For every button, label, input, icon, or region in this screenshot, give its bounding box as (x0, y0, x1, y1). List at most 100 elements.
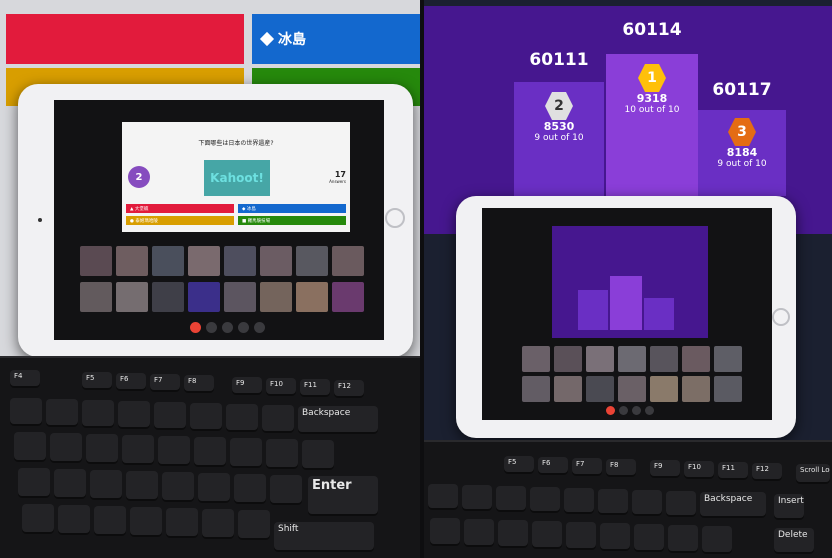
key[interactable] (464, 519, 494, 547)
key[interactable] (130, 507, 162, 537)
participant-tile[interactable] (714, 376, 742, 402)
participant-tile[interactable] (296, 246, 328, 276)
participant-tile[interactable] (224, 246, 256, 276)
participant-tile[interactable] (682, 376, 710, 402)
key[interactable] (532, 521, 562, 549)
participant-tile[interactable] (116, 246, 148, 276)
key[interactable] (154, 402, 186, 430)
key[interactable] (262, 405, 294, 433)
key-f8[interactable]: F8 (606, 459, 636, 477)
key-f8[interactable]: F8 (184, 375, 214, 393)
key[interactable] (530, 487, 560, 513)
answer-option-red[interactable]: ▲ 大堡礁 (126, 204, 234, 213)
key[interactable] (166, 508, 198, 538)
key[interactable] (496, 486, 526, 512)
key[interactable] (702, 526, 732, 554)
participant-tile[interactable] (188, 246, 220, 276)
key[interactable] (566, 522, 596, 550)
key[interactable] (302, 440, 334, 470)
key-f6[interactable]: F6 (538, 457, 568, 475)
key[interactable] (58, 505, 90, 535)
key[interactable] (634, 524, 664, 552)
key[interactable] (118, 401, 150, 429)
key[interactable] (46, 399, 78, 427)
key-delete[interactable]: Delete (774, 528, 814, 554)
key[interactable] (202, 509, 234, 539)
participant-tile[interactable] (296, 282, 328, 312)
key[interactable] (632, 490, 662, 516)
participant-tile[interactable] (188, 282, 220, 312)
key[interactable] (22, 504, 54, 534)
key-f4[interactable]: F4 (10, 370, 40, 388)
key[interactable] (266, 439, 298, 469)
participant-tile[interactable] (618, 346, 646, 372)
key-f6[interactable]: F6 (116, 373, 146, 391)
key[interactable] (226, 404, 258, 432)
participant-tile[interactable] (714, 346, 742, 372)
key-f7[interactable]: F7 (572, 458, 602, 476)
key[interactable] (598, 489, 628, 515)
participant-tile[interactable] (80, 282, 112, 312)
end-call-button[interactable] (190, 322, 201, 333)
key-f12[interactable]: F12 (334, 380, 364, 398)
participant-tile[interactable] (116, 282, 148, 312)
key[interactable] (430, 518, 460, 546)
participant-tile[interactable] (682, 346, 710, 372)
key-insert[interactable]: Insert (774, 494, 804, 520)
key-f5[interactable]: F5 (504, 456, 534, 474)
participant-tile[interactable] (650, 346, 678, 372)
raise-hand-button[interactable] (238, 322, 249, 333)
participant-tile[interactable] (554, 376, 582, 402)
participant-tile[interactable] (332, 282, 364, 312)
key[interactable] (54, 469, 86, 499)
key[interactable] (162, 472, 194, 502)
key[interactable] (600, 523, 630, 551)
participant-tile[interactable] (152, 282, 184, 312)
key[interactable] (190, 403, 222, 431)
end-call-button[interactable] (606, 406, 615, 415)
key[interactable] (126, 471, 158, 501)
key[interactable] (122, 435, 154, 465)
participant-tile[interactable] (586, 376, 614, 402)
answer-option-yellow[interactable]: ● 泰姬瑪哈陵 (126, 216, 234, 225)
key[interactable] (86, 434, 118, 464)
key[interactable] (90, 470, 122, 500)
participant-tile[interactable] (586, 346, 614, 372)
participant-tile[interactable] (260, 246, 292, 276)
key[interactable] (198, 473, 230, 503)
participant-tile[interactable] (650, 376, 678, 402)
key-f7[interactable]: F7 (150, 374, 180, 392)
key[interactable] (230, 438, 262, 468)
mic-button[interactable] (222, 322, 233, 333)
key-f11[interactable]: F11 (300, 379, 330, 397)
participant-tile[interactable] (152, 246, 184, 276)
key-f11[interactable]: F11 (718, 462, 748, 480)
key-shift[interactable]: Shift (274, 522, 374, 552)
camera-button[interactable] (619, 406, 628, 415)
key-f5[interactable]: F5 (82, 372, 112, 390)
answer-option-green[interactable]: ■ 羅馬競技場 (238, 216, 346, 225)
key[interactable] (94, 506, 126, 536)
key-f9[interactable]: F9 (650, 460, 680, 478)
key[interactable] (50, 433, 82, 463)
key[interactable] (82, 400, 114, 428)
key-f10[interactable]: F10 (266, 378, 296, 396)
participant-tile[interactable] (80, 246, 112, 276)
participant-tile[interactable] (224, 282, 256, 312)
participant-tile[interactable] (554, 346, 582, 372)
key[interactable] (238, 510, 270, 540)
participant-tile[interactable] (260, 282, 292, 312)
home-button[interactable] (385, 208, 405, 228)
participant-tile[interactable] (332, 246, 364, 276)
camera-button[interactable] (206, 322, 217, 333)
key-enter[interactable]: Enter (308, 476, 378, 516)
key[interactable] (428, 484, 458, 510)
key-f12[interactable]: F12 (752, 463, 782, 481)
home-button[interactable] (772, 308, 790, 326)
key[interactable] (564, 488, 594, 514)
participant-tile[interactable] (522, 376, 550, 402)
key[interactable] (498, 520, 528, 548)
key[interactable] (234, 474, 266, 504)
key-scroll-lock[interactable]: Scroll Lock (796, 464, 830, 484)
participant-tile[interactable] (522, 346, 550, 372)
